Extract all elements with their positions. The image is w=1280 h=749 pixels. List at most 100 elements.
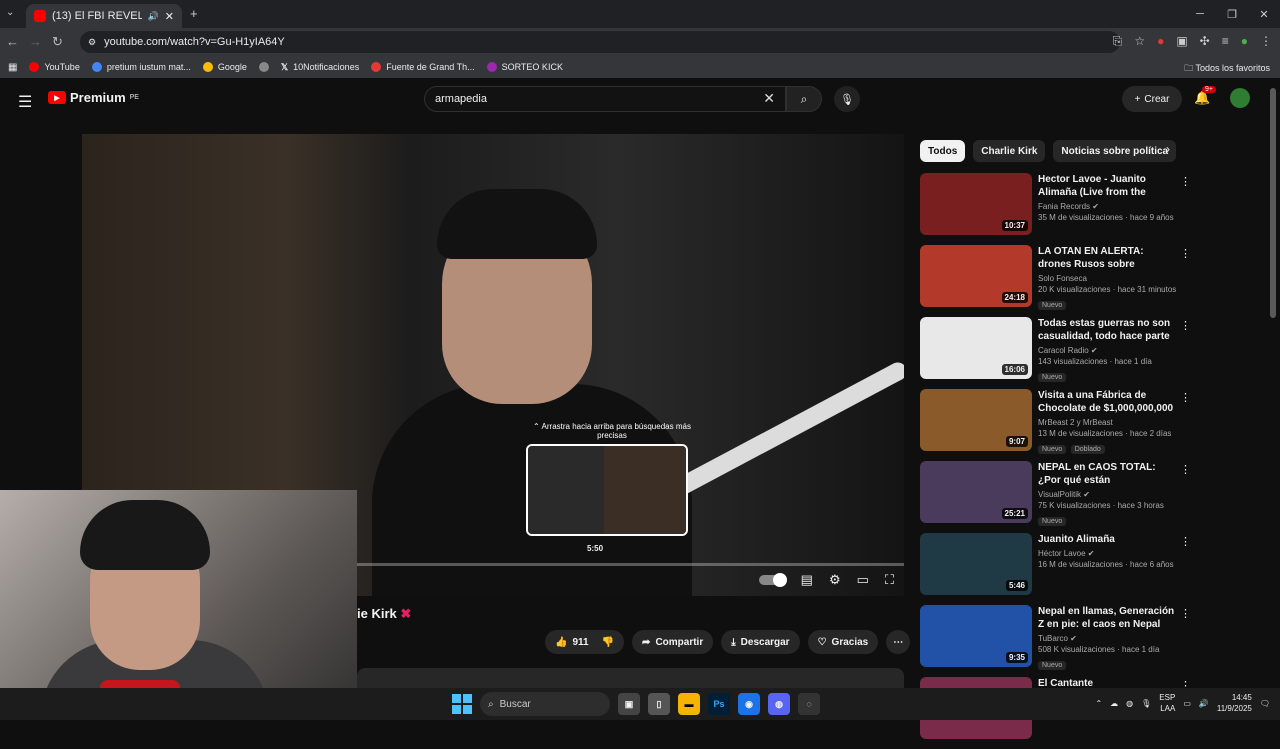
extension-icon[interactable]: ▣ — [1176, 34, 1187, 49]
bookmark-google[interactable]: Google — [202, 62, 247, 72]
rec-menu-icon[interactable]: ⋮ — [1180, 535, 1191, 548]
rec-thumbnail[interactable]: 9:07 — [920, 389, 1032, 451]
share-button[interactable]: ➦ Compartir — [632, 630, 714, 654]
theater-mode-icon[interactable]: ▭ — [857, 572, 869, 588]
rec-menu-icon[interactable]: ⋮ — [1180, 607, 1191, 620]
network-icon[interactable]: ▭ — [1183, 699, 1191, 708]
chip-politics[interactable]: Noticias sobre política — [1053, 140, 1177, 162]
rec-thumbnail[interactable]: 5:46 — [920, 533, 1032, 595]
volume-icon[interactable]: 🔊 — [1199, 699, 1209, 708]
url-field[interactable]: ⚙ youtube.com/watch?v=Gu-H1yIA64Y — [80, 31, 1120, 53]
puzzle-icon[interactable]: ✣ — [1200, 34, 1210, 49]
thanks-button[interactable]: ♡ Gracias — [807, 630, 879, 654]
mic-icon[interactable]: 🎙 — [1141, 699, 1151, 708]
rec-channel[interactable]: Caracol Radio ✔ — [1038, 346, 1178, 355]
profile-icon[interactable]: ● — [1241, 34, 1248, 49]
rec-thumbnail[interactable]: 24:18 — [920, 245, 1032, 307]
more-actions-button[interactable]: ⋯ — [886, 630, 911, 654]
rec-item[interactable]: 10:37 Hector Lavoe - Juanito Alimaña (Li… — [920, 173, 1191, 245]
chrome-icon[interactable]: ◉ — [738, 693, 760, 715]
rec-item[interactable]: 24:18 LA OTAN EN ALERTA: drones Rusos so… — [920, 245, 1191, 317]
new-tab-button[interactable]: + — [190, 6, 198, 21]
rec-channel[interactable]: VisualPolitik ✔ — [1038, 490, 1178, 499]
discord-icon[interactable]: ◍ — [768, 693, 790, 715]
notifications-button[interactable]: 🔔 9+ — [1194, 86, 1216, 106]
rec-channel[interactable]: Héctor Lavoe ✔ — [1038, 549, 1178, 558]
rec-title[interactable]: NEPAL en CAOS TOTAL: ¿Por qué están INCE… — [1038, 461, 1178, 487]
install-icon[interactable]: ⎘ — [1113, 34, 1123, 49]
fullscreen-icon[interactable]: ⛶ — [885, 572, 894, 588]
youtube-logo[interactable]: ▶ Premium PE — [48, 90, 139, 105]
bookmark-x[interactable]: 𝕏 10Notificaciones — [281, 62, 359, 73]
reload-icon[interactable]: ↻ — [52, 34, 63, 50]
menu-dots-icon[interactable]: ⋮ — [1260, 34, 1272, 49]
cloud-icon[interactable]: ☁ — [1110, 699, 1118, 708]
chip-charlie-kirk[interactable]: Charlie Kirk — [973, 140, 1046, 162]
rec-thumbnail[interactable]: 9:35 — [920, 605, 1032, 667]
rec-title[interactable]: Visita a una Fábrica de Chocolate de $1,… — [1038, 389, 1178, 415]
like-button[interactable]: 👍 911 👎 — [545, 630, 625, 654]
clear-search-icon[interactable]: ✕ — [763, 90, 775, 107]
apps-grid-icon[interactable]: ▦ — [8, 62, 17, 73]
rec-title[interactable]: Nepal en llamas, Generación Z en pie: el… — [1038, 605, 1178, 631]
app-circle-icon[interactable]: ◌ — [798, 693, 820, 715]
rec-channel[interactable]: MrBeast 2 y MrBeast — [1038, 418, 1178, 427]
speaker-icon[interactable]: 🔊 — [148, 11, 159, 22]
rec-menu-icon[interactable]: ⋮ — [1180, 175, 1191, 188]
rec-item[interactable]: 9:07 Visita a una Fábrica de Chocolate d… — [920, 389, 1191, 461]
description-box[interactable] — [357, 668, 904, 688]
rec-menu-icon[interactable]: ⋮ — [1180, 463, 1191, 476]
autoplay-toggle[interactable] — [758, 573, 787, 587]
rec-item[interactable]: 25:21 NEPAL en CAOS TOTAL: ¿Por qué está… — [920, 461, 1191, 533]
forward-icon[interactable]: → — [29, 34, 42, 50]
rec-item[interactable]: 5:46 Juanito Alimaña Héctor Lavoe ✔ 16 M… — [920, 533, 1191, 605]
language-indicator[interactable]: ESP LAA — [1159, 692, 1175, 714]
task-view-icon[interactable]: ▣ — [618, 693, 640, 715]
app-tray-icon[interactable]: ◍ — [1126, 699, 1133, 708]
rec-thumbnail[interactable]: 16:06 — [920, 317, 1032, 379]
close-window-button[interactable]: ✕ — [1248, 0, 1280, 28]
bookmark-star-icon[interactable]: ☆ — [1134, 34, 1145, 49]
reading-list-icon[interactable]: ≡ — [1222, 34, 1229, 49]
rec-channel[interactable]: Solo Fonseca — [1038, 274, 1178, 283]
scrollbar[interactable] — [1270, 88, 1276, 318]
rec-menu-icon[interactable]: ⋮ — [1180, 391, 1191, 404]
maximize-button[interactable]: ❐ — [1216, 0, 1248, 28]
bookmark-youtube[interactable]: YouTube — [29, 62, 80, 72]
rec-channel[interactable]: TuBarco ✔ — [1038, 634, 1178, 643]
bookmark-gta[interactable]: Fuente de Grand Th... — [371, 62, 475, 72]
search-button[interactable]: ⌕ — [786, 86, 822, 112]
menu-icon[interactable]: ☰ — [18, 92, 32, 112]
minimize-button[interactable]: ─ — [1184, 0, 1216, 28]
rec-title[interactable]: LA OTAN EN ALERTA: drones Rusos sobre PO… — [1038, 245, 1178, 271]
site-info-icon[interactable]: ⚙ — [88, 37, 96, 48]
back-icon[interactable]: ← — [6, 34, 19, 50]
start-button[interactable] — [452, 694, 472, 714]
thumbs-down-icon[interactable]: 👎 — [602, 637, 614, 648]
rec-thumbnail[interactable]: 25:21 — [920, 461, 1032, 523]
clock[interactable]: 14:45 11/9/2025 — [1217, 692, 1252, 714]
bookmark-pretium[interactable]: pretium iustum mat... — [91, 62, 191, 72]
rec-thumbnail[interactable]: 10:37 — [920, 173, 1032, 235]
taskbar-search[interactable]: ⌕ Buscar — [480, 692, 610, 716]
rec-title[interactable]: Hector Lavoe - Juanito Alimaña (Live fro… — [1038, 173, 1178, 199]
rec-title[interactable]: Todas estas guerras no son casualidad, t… — [1038, 317, 1178, 343]
chevron-up-icon[interactable]: ⌃ — [1095, 699, 1102, 708]
avatar[interactable] — [1230, 88, 1250, 108]
create-button[interactable]: + Crear — [1122, 86, 1182, 112]
voice-search-button[interactable]: 🎙 — [834, 86, 860, 112]
rec-channel[interactable]: Fania Records ✔ — [1038, 202, 1178, 211]
bookmark-globe[interactable] — [258, 62, 269, 72]
rec-item[interactable]: 16:06 Todas estas guerras no son casuali… — [920, 317, 1191, 389]
chevron-right-icon[interactable]: › — [1166, 142, 1170, 156]
rec-menu-icon[interactable]: ⋮ — [1180, 319, 1191, 332]
close-tab-icon[interactable]: ✕ — [165, 10, 174, 23]
rec-title[interactable]: Juanito Alimaña — [1038, 533, 1178, 546]
rec-item[interactable]: 9:35 Nepal en llamas, Generación Z en pi… — [920, 605, 1191, 677]
file-explorer-icon[interactable]: ▬ — [678, 693, 700, 715]
search-input[interactable]: armapedia ✕ — [424, 86, 786, 112]
tab-list-icon[interactable]: ⌄ — [6, 7, 14, 18]
all-favorites[interactable]: 🗀 Todos los favoritos — [1184, 61, 1270, 77]
app-icon[interactable]: ▯ — [648, 693, 670, 715]
rec-menu-icon[interactable]: ⋮ — [1180, 247, 1191, 260]
